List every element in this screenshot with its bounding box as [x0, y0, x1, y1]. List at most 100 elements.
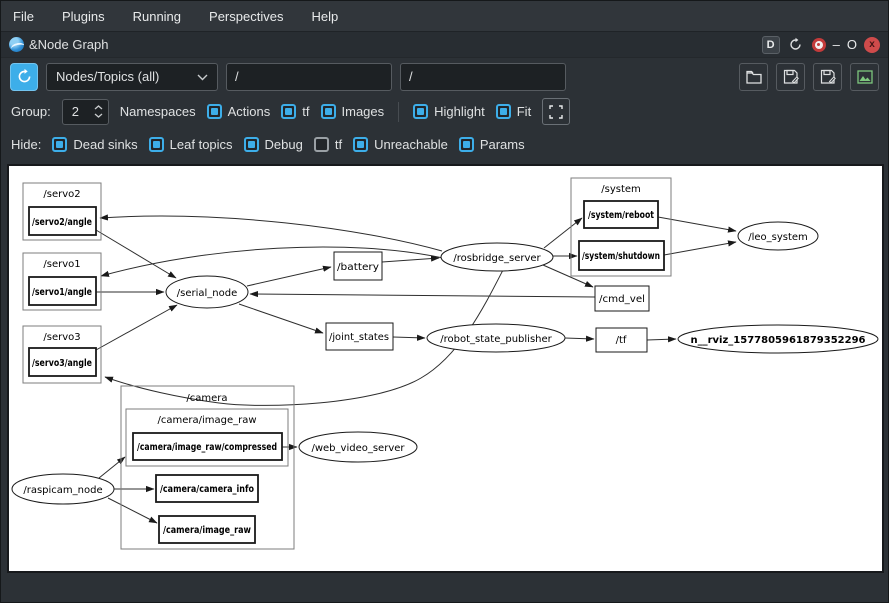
edge-system-reboot-to-leo-system [658, 217, 736, 231]
reload-icon [788, 37, 803, 52]
node-graph-icon [9, 37, 24, 52]
checkbox-label: tf [302, 104, 309, 119]
topic-label: /tf [616, 335, 627, 346]
checkbox-indicator [413, 104, 428, 119]
checkbox-debug[interactable]: Debug [244, 137, 303, 152]
checkbox-actions[interactable]: Actions [207, 104, 271, 119]
cluster-label: /camera/image_raw [157, 415, 256, 426]
checkbox-label: Highlight [434, 104, 485, 119]
checkbox-indicator [321, 104, 336, 119]
topic-label: /system/shutdown [582, 251, 660, 262]
namespaces-label: Namespaces [120, 104, 196, 119]
node-label: /rosbridge_server [453, 253, 541, 264]
hide-label: Hide: [11, 137, 41, 152]
checkbox-images[interactable]: Images [321, 104, 385, 119]
node-filter-input[interactable] [226, 63, 392, 91]
checkbox-label: Unreachable [374, 137, 448, 152]
checkbox-hide-tf[interactable]: tf [314, 137, 342, 152]
graph-toolbar: Nodes/Topics (all) [1, 58, 888, 95]
topic-label: /servo2/angle [32, 217, 92, 228]
cluster-label: /servo2 [43, 189, 80, 200]
checkbox-leaf-topics[interactable]: Leaf topics [149, 137, 233, 152]
edge-system-shutdown-to-leo-system [664, 242, 736, 255]
checkbox-dead-sinks[interactable]: Dead sinks [52, 137, 137, 152]
checkbox-highlight[interactable]: Highlight [413, 104, 485, 119]
node-label: n__rviz_1577805961879352296 [690, 335, 865, 346]
dock-title: &Node Graph [29, 37, 109, 52]
load-dot-button[interactable] [739, 63, 768, 91]
menu-file[interactable]: File [13, 9, 34, 24]
node-graph-canvas[interactable]: /servo2 /servo1 /servo3 /system /camera … [7, 164, 884, 573]
refresh-icon [16, 68, 33, 85]
topic-label: /battery [337, 262, 379, 273]
spinner-down-icon[interactable] [94, 113, 103, 118]
save-dot-button[interactable] [776, 63, 805, 91]
fit-in-view-button[interactable] [542, 98, 570, 125]
cluster-label: /servo3 [43, 332, 80, 343]
checkbox-label: Actions [228, 104, 271, 119]
topic-label: /joint_states [329, 332, 389, 343]
topic-label: /camera/image_raw/compressed [137, 442, 277, 453]
checkbox-label: Fit [517, 104, 531, 119]
topic-label: /camera/camera_info [160, 484, 254, 495]
toolbar-separator [398, 102, 399, 122]
topic-label: /camera/image_raw [163, 525, 251, 536]
menu-perspectives[interactable]: Perspectives [209, 9, 283, 24]
node-label: /raspicam_node [23, 485, 102, 496]
fit-in-view-icon [549, 105, 563, 119]
cluster-label: /system [601, 184, 641, 195]
checkbox-indicator [353, 137, 368, 152]
edge-joint-states-to-robot-state-publisher [393, 337, 425, 338]
topic-label: /servo1/angle [32, 287, 92, 298]
checkbox-indicator [244, 137, 259, 152]
edge-serial-node-to-joint-states [239, 304, 323, 333]
dock-detach-button[interactable]: D [762, 36, 780, 54]
checkbox-tf-group[interactable]: tf [281, 104, 309, 119]
checkbox-indicator [459, 137, 474, 152]
refresh-graph-button[interactable] [10, 63, 38, 91]
menu-bar: File Plugins Running Perspectives Help [1, 1, 888, 31]
checkbox-unreachable[interactable]: Unreachable [353, 137, 448, 152]
checkbox-indicator [314, 137, 329, 152]
topic-label: /servo3/angle [32, 358, 92, 369]
checkbox-label: Debug [265, 137, 303, 152]
edge-battery-to-rosbridge [382, 258, 439, 262]
menu-help[interactable]: Help [311, 9, 338, 24]
save-svg-button[interactable] [813, 63, 842, 91]
spinner-up-icon[interactable] [94, 105, 103, 110]
graph-type-value: Nodes/Topics (all) [56, 69, 159, 84]
checkbox-fit[interactable]: Fit [496, 104, 531, 119]
group-options-row: Group: 2 Namespaces Actions tf Images Hi… [1, 95, 888, 128]
dock-reload-button[interactable] [787, 36, 805, 54]
checkbox-params[interactable]: Params [459, 137, 525, 152]
node-label: /serial_node [177, 288, 237, 299]
dock-titlebar: &Node Graph D – O x [1, 31, 888, 58]
help-lifebuoy-icon[interactable] [812, 38, 826, 52]
cluster-label: /servo1 [43, 259, 80, 270]
group-label: Group: [11, 104, 51, 119]
checkbox-indicator [207, 104, 222, 119]
save-image-button[interactable] [850, 63, 879, 91]
checkbox-label: Dead sinks [73, 137, 137, 152]
edge-rosbridge-to-system-reboot [544, 218, 582, 248]
checkbox-label: Leaf topics [170, 137, 233, 152]
rqt-window: File Plugins Running Perspectives Help &… [0, 0, 889, 603]
menu-plugins[interactable]: Plugins [62, 9, 105, 24]
topic-filter-input[interactable] [400, 63, 566, 91]
topic-label: /cmd_vel [599, 294, 645, 305]
node-label: /web_video_server [311, 443, 405, 454]
menu-running[interactable]: Running [133, 9, 181, 24]
edge-cmd-vel-to-serial-node [250, 294, 595, 297]
close-button[interactable]: x [864, 37, 880, 53]
graph-type-select[interactable]: Nodes/Topics (all) [46, 63, 218, 91]
node-label: /leo_system [748, 232, 808, 243]
edge-serial-node-to-battery [247, 267, 331, 286]
checkbox-indicator [496, 104, 511, 119]
checkbox-indicator [52, 137, 67, 152]
group-depth-spinner[interactable]: 2 [62, 99, 109, 125]
edge-raspicam-to-image-raw [108, 498, 157, 523]
minimize-button[interactable]: – [833, 37, 840, 52]
checkbox-indicator [149, 137, 164, 152]
maximize-button[interactable]: O [847, 37, 857, 52]
edge-tf-to-rviz [647, 339, 676, 340]
